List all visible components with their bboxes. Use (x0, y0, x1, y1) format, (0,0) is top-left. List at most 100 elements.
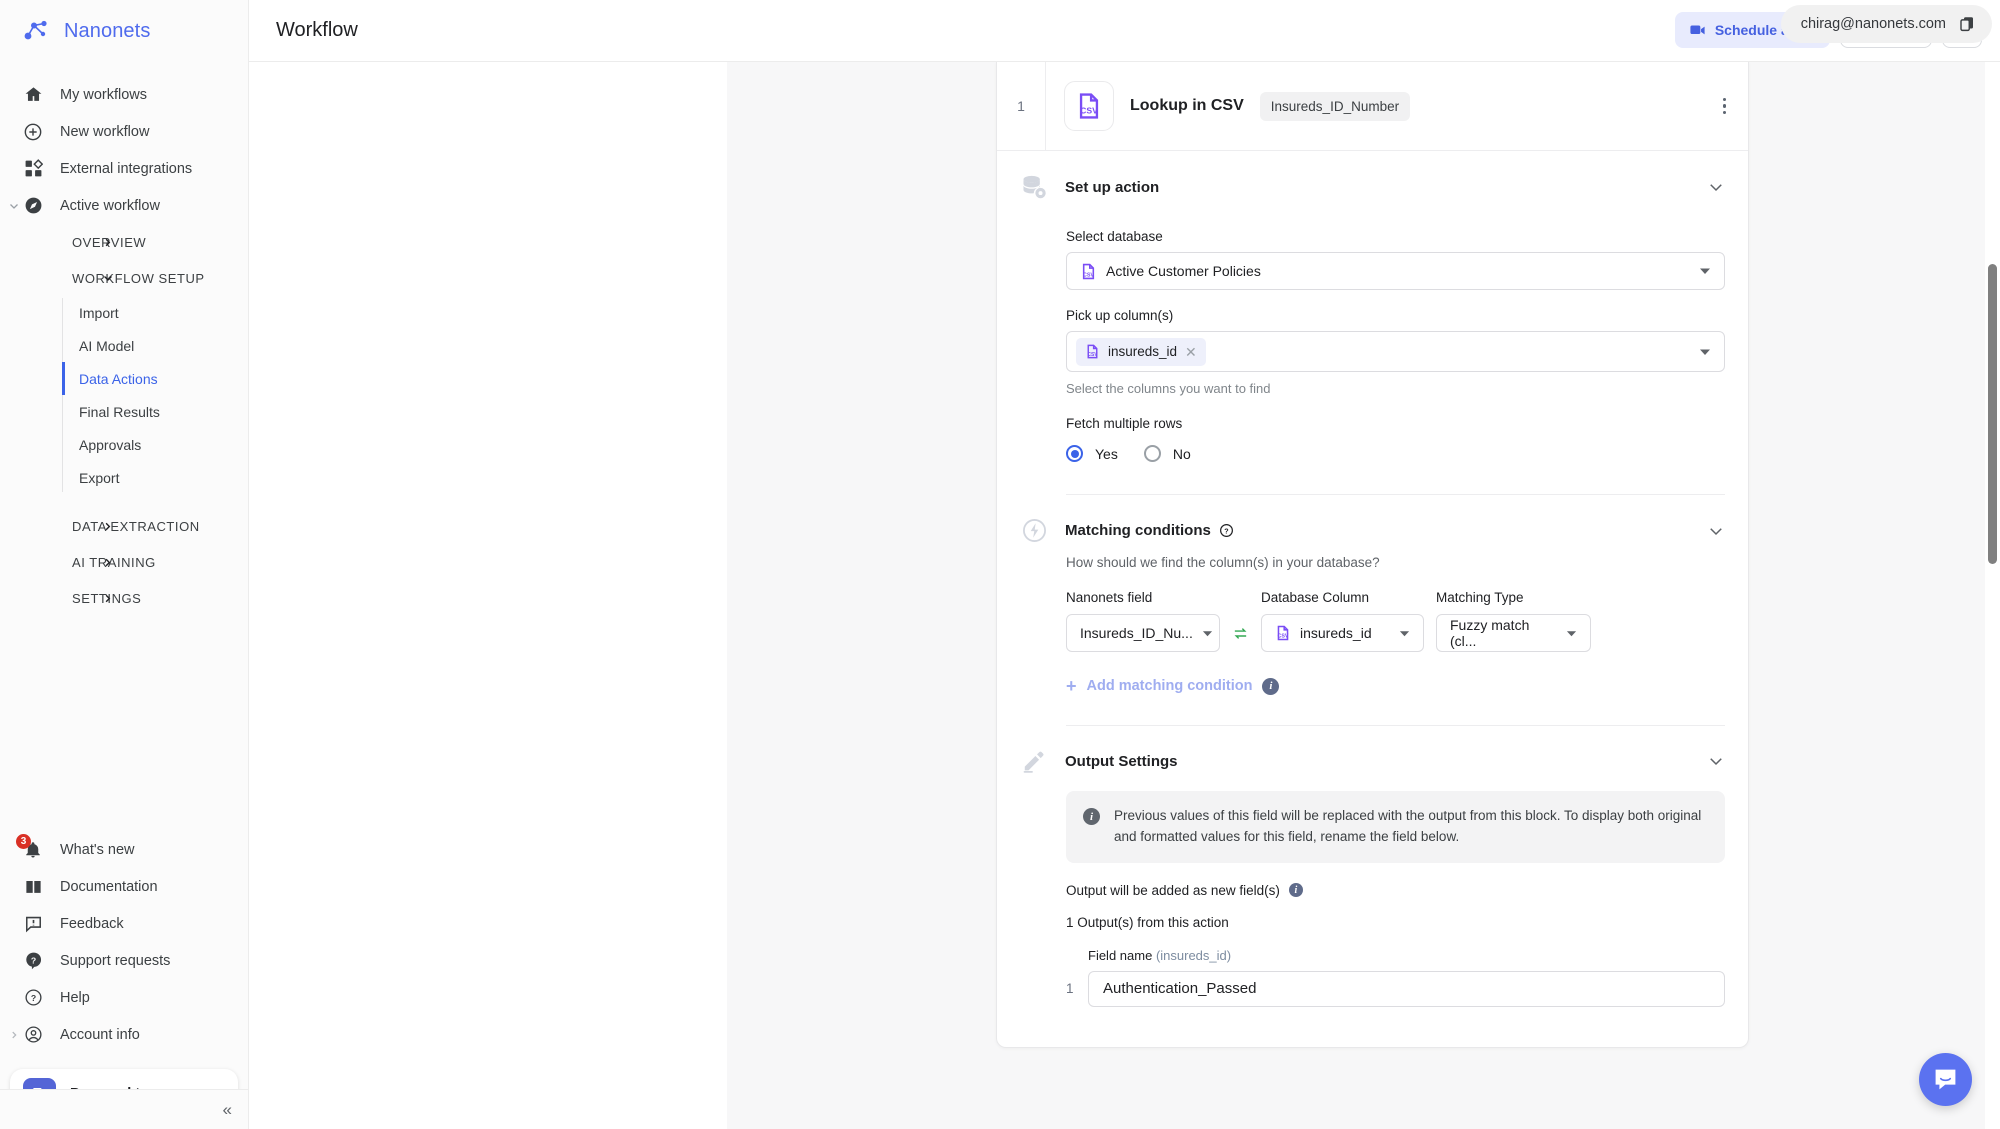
compass-icon (22, 195, 44, 217)
field-name-label: Field name (insureds_id) (1066, 948, 1725, 963)
chevron-down-icon (102, 272, 116, 284)
sidebar-item-external-integrations[interactable]: External integrations (0, 150, 248, 187)
chevron-right-icon[interactable] (4, 1025, 24, 1045)
sidebar-item-feedback[interactable]: Feedback (0, 905, 248, 942)
sidebar-item-my-workflows[interactable]: My workflows (0, 76, 248, 113)
setup-action-body: Select database CSV Active Customer Poli… (997, 201, 1748, 462)
sidebar-item-support-requests[interactable]: ? Support requests (0, 942, 248, 979)
nanonets-field-dropdown[interactable]: Insureds_ID_Nu... (1066, 614, 1220, 652)
sidebar-item-account-info[interactable]: Account info (0, 1016, 248, 1053)
column-tag-label: insureds_id (1108, 344, 1178, 359)
collapse-output-settings-icon[interactable] (1707, 752, 1725, 770)
sidebar-item-whats-new[interactable]: 3 What's new (0, 831, 248, 868)
group-label: DATA EXTRACTION (72, 518, 200, 534)
pick-columns-multiselect[interactable]: CSV insureds_id ✕ (1066, 331, 1725, 372)
svg-text:CSV: CSV (1278, 634, 1289, 640)
sub-label: Export (79, 469, 120, 486)
group-label: WORKFLOW SETUP (72, 270, 205, 286)
sidebar-group-workflow-setup[interactable]: WORKFLOW SETUP (0, 260, 248, 296)
matching-conditions-subtitle: How should we find the column(s) in your… (1066, 555, 1380, 570)
collapse-setup-action-icon[interactable] (1707, 178, 1725, 196)
database-settings-icon (1019, 173, 1049, 201)
action-title: Lookup in CSV (1130, 97, 1244, 114)
sidebar-item-final-results[interactable]: Final Results (62, 395, 248, 428)
output-settings-body: i Previous values of this field will be … (997, 791, 1748, 1007)
lightning-circle-icon (1019, 517, 1049, 544)
action-block-header: 1 CSV Lookup in CSV Insureds_ID_Number (997, 62, 1748, 151)
fetch-multiple-rows-label: Fetch multiple rows (1066, 416, 1183, 431)
select-database-value: Active Customer Policies (1106, 263, 1261, 279)
database-column-dropdown[interactable]: CSV insureds_id (1261, 614, 1424, 652)
scrollbar-thumb[interactable] (1988, 264, 1997, 564)
help-circle-icon[interactable]: ? (1219, 523, 1234, 538)
sidebar-label: Help (60, 989, 90, 1006)
pencil-icon (1019, 748, 1049, 774)
matching-type-dropdown[interactable]: Fuzzy match (cl... (1436, 614, 1591, 652)
question-filled-icon: ? (22, 950, 44, 972)
new-fields-row: Output will be added as new field(s) i (1066, 883, 1725, 898)
output-field-index: 1 (1066, 981, 1074, 997)
sidebar-item-approvals[interactable]: Approvals (62, 428, 248, 461)
sidebar-item-export[interactable]: Export (62, 461, 248, 494)
svg-text:CSV: CSV (1080, 106, 1098, 116)
sidebar: Nanonets My workflows New workflow Exter… (0, 0, 249, 1129)
matching-conditions-body: How should we find the column(s) in your… (997, 555, 1748, 695)
col-header-matching-type: Matching Type (1436, 590, 1524, 605)
collapse-sidebar-icon[interactable]: « (223, 1101, 232, 1118)
sidebar-item-active-workflow[interactable]: Active workflow (0, 187, 248, 224)
output-field-row: 1 Authentication_Passed (1066, 970, 1725, 1007)
chevron-right-icon (102, 521, 116, 532)
svg-text:CSV: CSV (1083, 272, 1094, 278)
info-icon[interactable]: i (1288, 883, 1303, 898)
radio-yes[interactable] (1066, 445, 1083, 462)
chevron-down-icon[interactable] (4, 196, 24, 216)
svg-text:?: ? (30, 955, 35, 965)
select-database-dropdown[interactable]: CSV Active Customer Policies (1066, 252, 1725, 290)
radio-no[interactable] (1143, 445, 1161, 462)
sidebar-group-settings[interactable]: SETTINGS (0, 580, 248, 616)
content-scroll-area: 1 CSV Lookup in CSV Insureds_ID_Number S… (249, 62, 2000, 1129)
top-bar: Workflow Schedule a call chirag@nanonets… (249, 0, 2000, 62)
sidebar-label: New workflow (60, 123, 150, 140)
csv-file-icon: CSV (1080, 263, 1097, 280)
sidebar-item-data-actions[interactable]: Data Actions (62, 362, 248, 395)
remove-tag-icon[interactable]: ✕ (1185, 345, 1197, 359)
sidebar-item-help[interactable]: ? Help (0, 979, 248, 1016)
add-matching-condition-button[interactable]: + Add matching condition i (1066, 677, 1725, 695)
notification-badge: 3 (16, 834, 31, 849)
sidebar-item-new-workflow[interactable]: New workflow (0, 113, 248, 150)
intercom-chat-icon[interactable] (1919, 1053, 1972, 1106)
matching-conditions-title-text: Matching conditions (1065, 522, 1211, 539)
column-tag: CSV insureds_id ✕ (1076, 337, 1206, 366)
sidebar-group-overview[interactable]: OVERVIEW (0, 224, 248, 260)
action-block-card: 1 CSV Lookup in CSV Insureds_ID_Number S… (996, 62, 1749, 1048)
copy-icon[interactable] (1958, 15, 1976, 33)
brand[interactable]: Nanonets (0, 0, 248, 62)
pick-columns-label: Pick up column(s) (1066, 308, 1174, 323)
sidebar-primary-nav: My workflows New workflow External integ… (0, 62, 248, 616)
info-icon[interactable]: i (1262, 677, 1280, 695)
output-field-name-input[interactable]: Authentication_Passed (1088, 970, 1725, 1007)
video-chat-icon (1689, 22, 1706, 39)
select-database-label: Select database (1066, 229, 1163, 244)
svg-text:CSV: CSV (1087, 352, 1098, 358)
sub-label: Final Results (79, 403, 160, 420)
field-name-label-text: Field name (1088, 947, 1153, 963)
pick-columns-helper: Select the columns you want to find (1066, 381, 1271, 396)
sidebar-item-documentation[interactable]: Documentation (0, 868, 248, 905)
collapse-matching-conditions-icon[interactable] (1707, 522, 1725, 540)
vertical-scrollbar[interactable] (1987, 124, 1998, 1129)
info-icon: i (1083, 808, 1100, 825)
sidebar-item-import[interactable]: Import (62, 296, 248, 329)
csv-file-icon: CSV (1275, 625, 1291, 641)
sidebar-subnav-workflow-setup: Import AI Model Data Actions Final Resul… (62, 296, 248, 494)
sidebar-group-data-extraction[interactable]: DATA EXTRACTION (0, 508, 248, 544)
add-matching-condition-label: Add matching condition (1086, 678, 1253, 694)
swap-horizontal-icon[interactable] (1232, 625, 1249, 652)
sub-label: Data Actions (79, 370, 158, 387)
sidebar-item-ai-model[interactable]: AI Model (62, 329, 248, 362)
output-notice: i Previous values of this field will be … (1066, 791, 1725, 863)
output-settings-header: Output Settings (997, 726, 1748, 774)
kebab-menu-icon[interactable] (1717, 92, 1733, 121)
sidebar-group-ai-training[interactable]: AI TRAINING (0, 544, 248, 580)
